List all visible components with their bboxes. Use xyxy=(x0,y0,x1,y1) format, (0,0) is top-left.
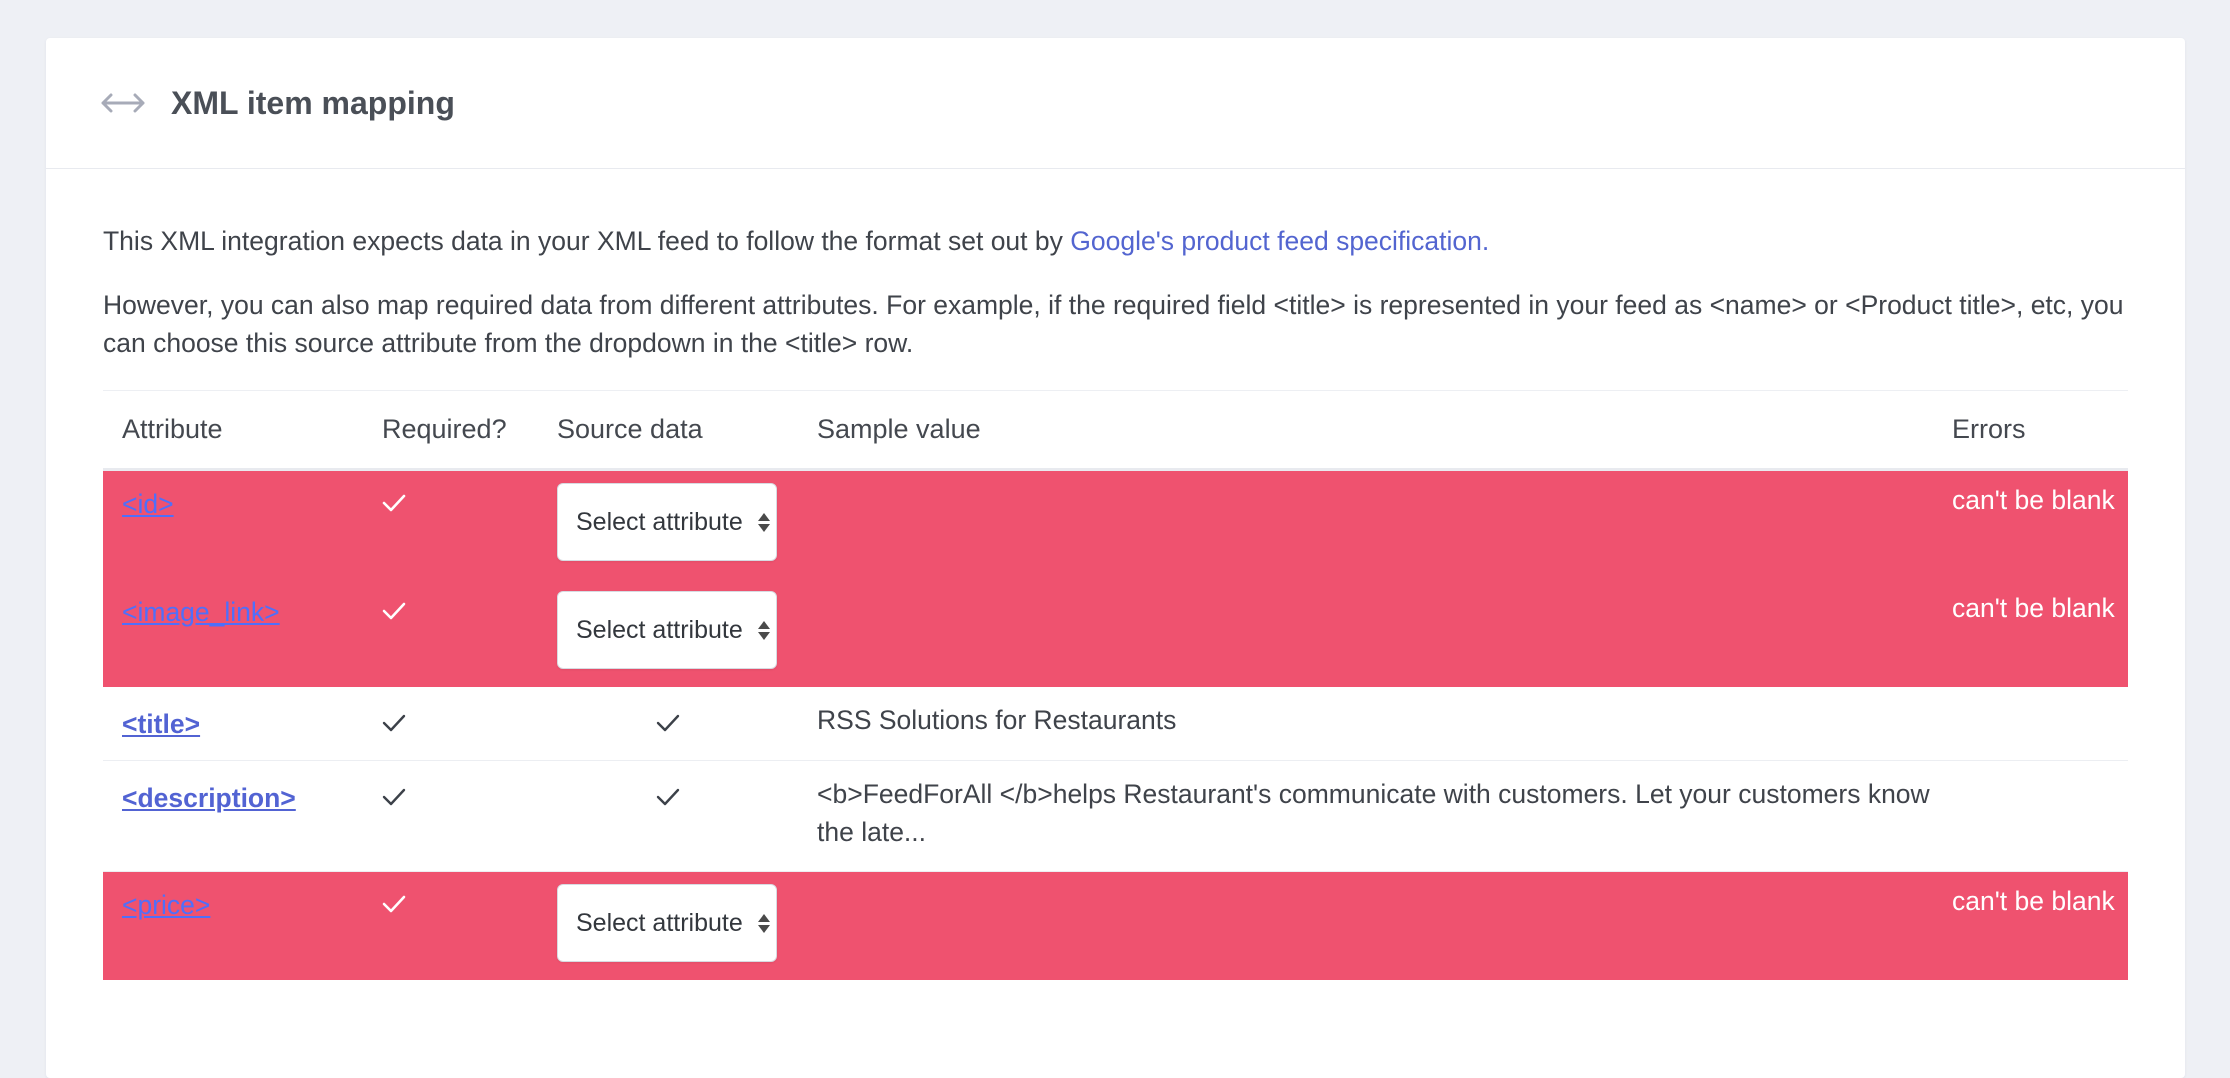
table-row: <price> Select attribute can't be blank xyxy=(103,871,2128,980)
source-check-icon xyxy=(557,709,798,733)
col-source: Source data xyxy=(538,390,798,471)
check-icon xyxy=(382,713,538,733)
mapping-card: XML item mapping This XML integration ex… xyxy=(46,38,2185,1078)
attribute-link[interactable]: <id> xyxy=(122,489,174,519)
table-row: <image_link> Select attribute can't be b… xyxy=(103,579,2128,687)
card-header: XML item mapping xyxy=(46,38,2185,169)
select-label: Select attribute xyxy=(576,507,743,536)
attribute-link[interactable]: <description> xyxy=(122,783,296,813)
attribute-link[interactable]: <image_link> xyxy=(122,597,280,627)
select-label: Select attribute xyxy=(576,908,743,937)
col-errors: Errors xyxy=(1933,390,2128,471)
attribute-link[interactable]: <title> xyxy=(122,709,200,739)
check-icon xyxy=(382,787,538,807)
sample-value: RSS Solutions for Restaurants xyxy=(817,705,1177,735)
error-text: can't be blank xyxy=(1952,485,2115,515)
table-row: <id> Select attribute can't be blank xyxy=(103,469,2128,579)
check-icon xyxy=(382,894,538,914)
intro-paragraph: This XML integration expects data in you… xyxy=(103,222,2128,260)
col-required: Required? xyxy=(363,390,538,471)
intro-text: This XML integration expects data in you… xyxy=(103,226,1071,256)
card-body: This XML integration expects data in you… xyxy=(46,222,2185,980)
check-icon xyxy=(382,493,538,513)
table-row: <description> <b>FeedForAll </b>helps Re… xyxy=(103,760,2128,872)
google-spec-link[interactable]: Google's product feed specification. xyxy=(1070,226,1489,256)
page-title: XML item mapping xyxy=(171,84,455,121)
table-header-row: Attribute Required? Source data Sample v… xyxy=(103,390,2128,471)
sample-value: <b>FeedForAll </b>helps Restaurant's com… xyxy=(817,779,1930,847)
mapping-table: Attribute Required? Source data Sample v… xyxy=(103,390,2128,980)
table-row: <title> RSS Solutions for Restaurants xyxy=(103,687,2128,761)
error-text: can't be blank xyxy=(1952,886,2115,916)
select-arrows-icon xyxy=(758,620,770,640)
source-attribute-select[interactable]: Select attribute xyxy=(557,884,777,962)
check-icon xyxy=(382,601,538,621)
select-arrows-icon xyxy=(758,512,770,532)
select-arrows-icon xyxy=(758,913,770,933)
error-text: can't be blank xyxy=(1952,593,2115,623)
arrows-horizontal-icon xyxy=(101,89,147,117)
source-check-icon xyxy=(557,783,798,807)
source-attribute-select[interactable]: Select attribute xyxy=(557,591,777,669)
mapping-help-paragraph: However, you can also map required data … xyxy=(103,290,2124,358)
col-attribute: Attribute xyxy=(103,390,363,471)
source-attribute-select[interactable]: Select attribute xyxy=(557,483,777,561)
select-label: Select attribute xyxy=(576,615,743,644)
col-sample: Sample value xyxy=(798,390,1933,471)
attribute-link[interactable]: <price> xyxy=(122,890,210,920)
